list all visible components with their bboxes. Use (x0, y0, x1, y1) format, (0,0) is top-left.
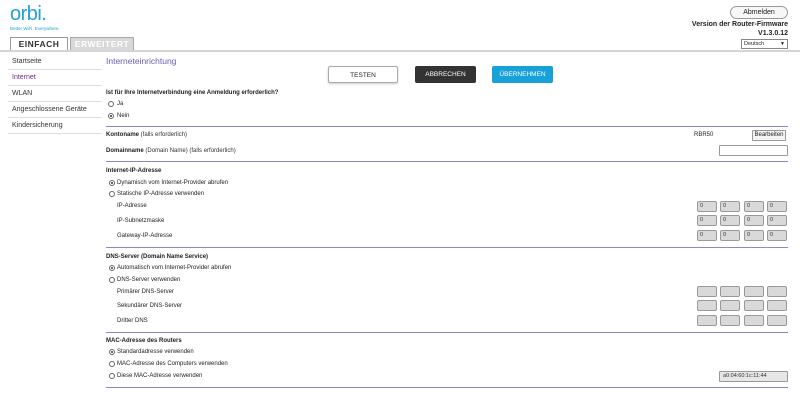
domain-hint: (Domain Name) (falls erforderlich) (145, 148, 236, 154)
dns-manual-label: DNS-Server verwenden (117, 277, 181, 283)
section-divider (106, 332, 788, 333)
ip-dynamic-label: Dynamisch vom Internet-Provider abrufen (117, 180, 229, 186)
dns-secondary-octet-input[interactable] (744, 300, 764, 311)
login-yes-radio[interactable] (108, 101, 114, 107)
ip-static-radio[interactable] (109, 191, 115, 197)
login-question: Ist für Ihre Internetverbindung eine Anm… (106, 90, 279, 96)
subnet-octet-input[interactable]: 0 (744, 215, 764, 226)
test-button[interactable]: TESTEN (328, 66, 398, 83)
section-divider (106, 247, 788, 248)
sidebar-item-attached-devices[interactable]: Angeschlossene Geräte (8, 102, 101, 118)
chevron-down-icon: ▼ (780, 41, 785, 47)
dns-primary-octet-input[interactable] (697, 286, 717, 297)
subnet-octet-input[interactable]: 0 (767, 215, 787, 226)
dns-secondary-octet-input[interactable] (720, 300, 740, 311)
apply-button[interactable]: ÜBERNEHMEN (492, 66, 553, 83)
ip-static-label: Statische IP-Adresse verwenden (117, 191, 205, 197)
gateway-octet-input[interactable]: 0 (697, 230, 717, 241)
logo-tagline: Better WiFi. Everywhere. (10, 26, 60, 31)
subnet-mask-label: IP-Subnetzmaske (117, 218, 165, 224)
account-label: Kontoname (106, 132, 139, 138)
gateway-label: Gateway-IP-Adresse (117, 233, 173, 239)
section-divider (106, 387, 788, 388)
dns-secondary-octet-input[interactable] (767, 300, 787, 311)
mac-default-label: Standardadresse verwenden (117, 349, 194, 355)
mac-custom-radio[interactable] (109, 373, 115, 379)
mac-default-radio[interactable] (109, 349, 115, 355)
dns-secondary-octet-input[interactable] (697, 300, 717, 311)
language-select[interactable]: Deutsch ▼ (741, 39, 788, 49)
sidebar-item-home[interactable]: Startseite (8, 54, 101, 70)
ip-octet-input[interactable]: 0 (720, 201, 740, 212)
dns-heading: DNS-Server (Domain Name Service) (106, 254, 209, 260)
dns-third-octet-input[interactable] (697, 315, 717, 326)
mac-custom-label: Diese MAC-Adresse verwenden (117, 373, 203, 379)
gateway-octet-input[interactable]: 0 (744, 230, 764, 241)
mac-computer-radio[interactable] (109, 361, 115, 367)
dns-primary-octet-input[interactable] (744, 286, 764, 297)
ip-dynamic-radio[interactable] (109, 180, 115, 186)
dns-primary-octet-input[interactable] (767, 286, 787, 297)
sidebar-item-parental-control[interactable]: Kindersicherung (8, 118, 101, 134)
login-yes-label: Ja (117, 101, 124, 107)
dns-auto-radio[interactable] (109, 265, 115, 271)
sidebar-item-internet[interactable]: Internet (8, 70, 101, 86)
gateway-octet-input[interactable]: 0 (720, 230, 740, 241)
login-no-label: Nein (117, 113, 130, 119)
mac-heading: MAC-Adresse des Routers (106, 338, 182, 344)
edit-account-button[interactable]: Bearbeiten (752, 130, 786, 141)
sidebar: Startseite Internet WLAN Angeschlossene … (8, 54, 101, 134)
dns-secondary-label: Sekundärer DNS-Server (117, 303, 183, 309)
domain-label: Domainname (106, 148, 144, 154)
mac-computer-label: MAC-Adresse des Computers verwenden (117, 361, 228, 367)
dns-third-octet-input[interactable] (744, 315, 764, 326)
section-divider (106, 161, 788, 162)
dns-third-label: Dritter DNS (117, 318, 148, 324)
ip-octet-input[interactable]: 0 (697, 201, 717, 212)
dns-third-octet-input[interactable] (720, 315, 740, 326)
account-row: Kontoname (falls erforderlich) (106, 132, 187, 138)
orbi-logo: orbi. Better WiFi. Everywhere. (10, 4, 60, 31)
subnet-octet-input[interactable]: 0 (720, 215, 740, 226)
ip-octet-input[interactable]: 0 (767, 201, 787, 212)
ip-address-label: IP-Adresse (117, 203, 147, 209)
cancel-button[interactable]: ABBRECHEN (415, 66, 476, 83)
account-value: RBR50 (694, 132, 714, 138)
page-title: Interneteinrichtung (106, 56, 177, 66)
subnet-octet-input[interactable]: 0 (697, 215, 717, 226)
tab-simple[interactable]: EINFACH (10, 37, 68, 51)
dns-primary-octet-input[interactable] (720, 286, 740, 297)
domain-input[interactable] (719, 145, 788, 156)
account-hint: (falls erforderlich) (140, 132, 188, 138)
dns-manual-radio[interactable] (109, 277, 115, 283)
sidebar-item-wlan[interactable]: WLAN (8, 86, 101, 102)
dns-third-octet-input[interactable] (767, 315, 787, 326)
dns-primary-label: Primärer DNS-Server (117, 289, 175, 295)
firmware-label: Version der Router-Firmware (691, 21, 788, 28)
section-divider (106, 126, 788, 127)
domain-row: Domainname (Domain Name) (falls erforder… (106, 148, 236, 154)
login-no-radio[interactable] (108, 113, 114, 119)
language-selected: Deutsch (744, 41, 765, 47)
header-divider (0, 50, 800, 52)
logo-text: orbi. (10, 3, 47, 25)
firmware-version: V1.3.0.12 (758, 30, 788, 37)
mac-address-input[interactable]: a0:04:60:1c:11:44 (719, 371, 788, 382)
ip-octet-input[interactable]: 0 (744, 201, 764, 212)
gateway-octet-input[interactable]: 0 (767, 230, 787, 241)
internet-ip-heading: Internet-IP-Adresse (106, 168, 162, 174)
tab-advanced[interactable]: ERWEITERT (70, 37, 134, 51)
logout-button[interactable]: Abmelden (730, 6, 788, 19)
dns-auto-label: Automatisch vom Internet-Provider abrufe… (117, 265, 232, 271)
